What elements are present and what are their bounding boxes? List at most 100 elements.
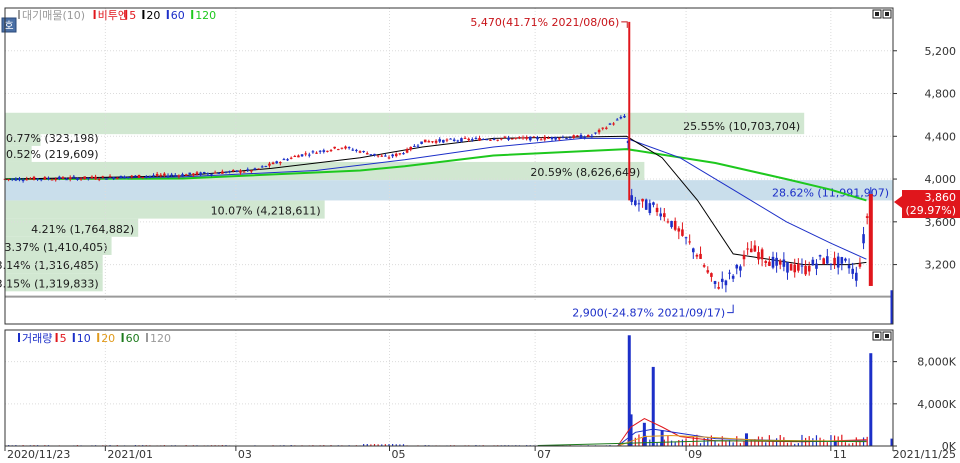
- candle-body-65: [239, 170, 242, 173]
- candle-body-170: [619, 117, 623, 119]
- candle-body-4: [18, 178, 21, 181]
- candle-body-104: [380, 155, 384, 157]
- candle-body-191: [695, 254, 699, 257]
- candle-body-42: [155, 173, 159, 176]
- candle-body-113: [413, 145, 416, 147]
- volume-legend-item-3: 20: [101, 332, 115, 345]
- candle-body-173: [630, 195, 634, 202]
- candle-body-86: [315, 152, 318, 154]
- candle-body-62: [228, 171, 231, 173]
- candle-body-16: [61, 177, 65, 179]
- candle-body-192: [699, 253, 702, 259]
- candle-body-34: [126, 176, 130, 178]
- candle-body-11: [43, 177, 47, 180]
- candle-body-46: [170, 174, 173, 176]
- candle-body-91: [333, 146, 336, 149]
- candle-body-99: [362, 151, 365, 153]
- candle-body-105: [384, 155, 387, 157]
- candle-body-73: [268, 163, 271, 166]
- candle-body-210: [764, 261, 768, 263]
- candle-body-69: [253, 168, 257, 170]
- candle-body-51: [188, 172, 192, 175]
- date-tick-label-7: 2021/11/25: [893, 448, 956, 461]
- candle-body-64: [235, 170, 239, 172]
- candle-body-212: [771, 256, 775, 268]
- price-tick-label-2: 4,000: [925, 173, 957, 186]
- candle-body-182: [663, 213, 666, 218]
- candle-body-237: [862, 234, 865, 244]
- candle-body-47: [173, 175, 177, 177]
- candle-body-57: [210, 173, 213, 175]
- candle-body-223: [811, 259, 815, 266]
- legend-item-4: 60: [171, 9, 185, 22]
- candle-body-200: [728, 272, 731, 274]
- candle-body-201: [731, 275, 735, 279]
- candle-body-227: [826, 256, 829, 264]
- candle-body-44: [163, 173, 166, 176]
- candle-body-45: [166, 175, 170, 177]
- candle-body-29: [108, 176, 112, 178]
- candle-body-209: [760, 249, 764, 260]
- candle-body-161: [586, 134, 590, 137]
- candle-body-121: [442, 139, 445, 143]
- volume-legend-marker-2: [72, 333, 75, 342]
- legend-item-3: 20: [146, 9, 160, 22]
- candle-body-22: [83, 176, 86, 179]
- supply-band-label-2: 0.52% (219,609): [6, 148, 99, 161]
- candle-body-28: [105, 178, 108, 180]
- legend-marker-4: [166, 10, 169, 19]
- candle-body-92: [336, 149, 340, 151]
- candle-body-26: [97, 179, 101, 181]
- candle-body-59: [217, 172, 221, 174]
- volume-legend-item-0: 거래량: [22, 332, 52, 345]
- candle-body-79: [289, 157, 293, 159]
- window-button-icon-1: [882, 9, 892, 19]
- candle-body-17: [65, 179, 68, 181]
- candle-body-176: [641, 198, 644, 202]
- candle-body-67: [246, 169, 250, 171]
- candle-body-38: [141, 176, 144, 178]
- candle-body-21: [79, 178, 83, 180]
- candle-body-226: [822, 258, 826, 265]
- candle-body-1: [7, 178, 10, 180]
- candle-body-155: [565, 138, 568, 140]
- candle-body-171: [623, 115, 626, 118]
- candle-body-48: [177, 175, 181, 177]
- candle-body-101: [369, 154, 373, 156]
- candle-body-15: [58, 176, 61, 180]
- candle-body-133: [485, 139, 489, 141]
- candle-body-40: [148, 175, 152, 177]
- candle-body-232: [844, 258, 847, 261]
- candle-body-14: [54, 178, 58, 181]
- legend-marker-2: [125, 10, 128, 19]
- candle-body-141: [514, 137, 518, 139]
- candle-body-149: [543, 136, 547, 140]
- candle-body-163: [594, 132, 597, 134]
- window-button-icon-2: [872, 331, 882, 341]
- candle-body-111: [405, 149, 409, 153]
- candle-body-12: [47, 178, 50, 180]
- candle-body-224: [815, 263, 818, 269]
- low-annotation-label: 2,900(-24.87% 2021/09/17): [572, 307, 725, 320]
- candle-body-115: [420, 141, 423, 144]
- candle-body-20: [76, 177, 79, 180]
- volume-legend-item-5: 120: [150, 332, 171, 345]
- candle-body-142: [518, 137, 521, 139]
- candle-body-117: [427, 141, 431, 143]
- candle-body-221: [804, 265, 807, 275]
- candle-body-174: [634, 200, 637, 206]
- candle-body-197: [717, 287, 720, 289]
- volume-legend-item-1: 5: [60, 332, 67, 345]
- candle-body-153: [557, 138, 561, 140]
- candle-body-102: [373, 153, 376, 156]
- candle-body-166: [605, 127, 608, 129]
- candle-body-9: [36, 178, 39, 180]
- candle-body-215: [782, 259, 786, 267]
- candle-body-198: [720, 278, 724, 282]
- candle-body-108: [394, 153, 398, 157]
- candle-body-39: [144, 176, 148, 178]
- candle-body-204: [742, 254, 746, 260]
- candle-body-112: [409, 146, 413, 150]
- candle-body-211: [768, 261, 771, 266]
- supply-band-label-3: 20.59% (8,626,649): [530, 166, 640, 179]
